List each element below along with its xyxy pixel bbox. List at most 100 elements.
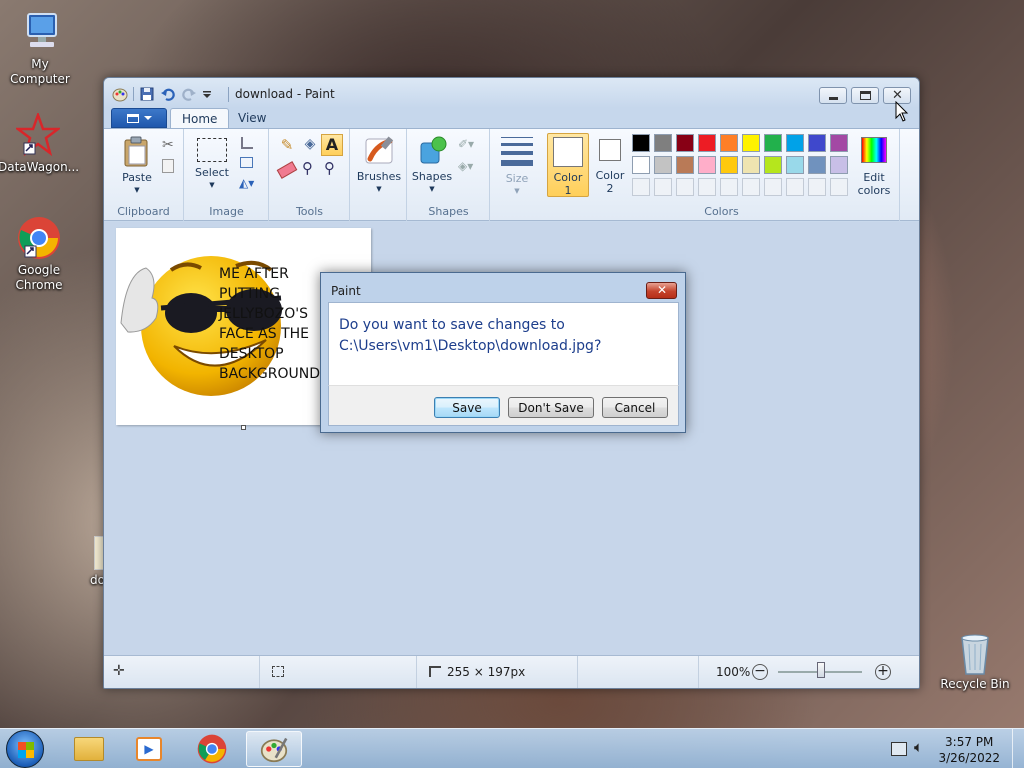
text-icon[interactable]: A bbox=[321, 134, 343, 156]
custom-color-slot[interactable] bbox=[632, 178, 650, 196]
desktop-icon-google-chrome[interactable]: Google Chrome bbox=[0, 216, 79, 293]
file-menu-button[interactable] bbox=[111, 108, 167, 128]
save-icon[interactable] bbox=[139, 86, 155, 102]
color-swatch[interactable] bbox=[632, 134, 650, 152]
taskbar-paint[interactable] bbox=[246, 731, 302, 767]
fill-shape-icon[interactable]: ◈▾ bbox=[458, 159, 473, 173]
color-picker-icon[interactable]: ⚲ bbox=[302, 159, 313, 177]
custom-color-slot[interactable] bbox=[830, 178, 848, 196]
size-button[interactable]: Size ▼ bbox=[497, 137, 537, 198]
color-swatch[interactable] bbox=[632, 156, 650, 174]
chevron-down-icon: ▼ bbox=[376, 185, 382, 193]
custom-color-slot[interactable] bbox=[742, 178, 760, 196]
taskbar-chrome[interactable] bbox=[184, 731, 240, 767]
canvas-resize-handle[interactable] bbox=[241, 425, 246, 430]
color-swatch[interactable] bbox=[698, 156, 716, 174]
undo-icon[interactable] bbox=[160, 86, 176, 102]
customize-toolbar-chevron-icon[interactable] bbox=[202, 86, 212, 102]
show-desktop-button[interactable] bbox=[1012, 729, 1024, 768]
color-swatch[interactable] bbox=[676, 156, 694, 174]
tab-home[interactable]: Home bbox=[170, 108, 230, 129]
desktop-icon-recycle-bin[interactable]: Recycle Bin bbox=[935, 630, 1015, 692]
quick-access-toolbar bbox=[112, 86, 212, 102]
brushes-group: Brushes ▼ bbox=[351, 129, 407, 221]
shapes-icon bbox=[420, 136, 447, 164]
edit-colors-button[interactable]: Edit colors bbox=[852, 137, 896, 197]
copy-icon[interactable] bbox=[162, 159, 174, 173]
system-clock[interactable]: 3:57 PM 3/26/2022 bbox=[938, 734, 1000, 766]
dialog-close-button[interactable]: ✕ bbox=[646, 282, 677, 299]
brushes-button[interactable]: Brushes ▼ bbox=[355, 135, 403, 196]
dont-save-button[interactable]: Don't Save bbox=[508, 397, 594, 418]
taskbar-media-player[interactable]: ▶ bbox=[122, 731, 178, 767]
color1-label-1: Color bbox=[553, 171, 583, 184]
title-bar[interactable]: download - Paint ✕ bbox=[104, 78, 919, 108]
color-swatch[interactable] bbox=[808, 134, 826, 152]
paste-button[interactable]: Paste ▼ bbox=[114, 136, 160, 197]
color2-button[interactable]: Color 2 bbox=[591, 139, 629, 195]
color-swatch[interactable] bbox=[764, 134, 782, 152]
taskbar-explorer[interactable] bbox=[60, 731, 116, 767]
maximize-button[interactable] bbox=[851, 87, 879, 104]
color-swatch[interactable] bbox=[764, 156, 782, 174]
minimize-button[interactable] bbox=[819, 87, 847, 104]
color-swatch[interactable] bbox=[830, 134, 848, 152]
color-swatch[interactable] bbox=[676, 134, 694, 152]
dialog-body: Do you want to save changes to C:\Users\… bbox=[328, 302, 679, 385]
color-swatch[interactable] bbox=[742, 134, 760, 152]
custom-color-slot[interactable] bbox=[786, 178, 804, 196]
shapes-label: Shapes bbox=[411, 170, 453, 183]
fill-icon[interactable]: ◈ bbox=[299, 136, 321, 158]
custom-color-slot[interactable] bbox=[654, 178, 672, 196]
color-swatch[interactable] bbox=[786, 156, 804, 174]
cancel-button[interactable]: Cancel bbox=[602, 397, 668, 418]
eraser-icon[interactable] bbox=[276, 161, 298, 179]
redo-icon[interactable] bbox=[181, 86, 197, 102]
color-swatch[interactable] bbox=[720, 134, 738, 152]
custom-color-slot[interactable] bbox=[808, 178, 826, 196]
zoom-in-button[interactable]: + bbox=[875, 664, 891, 680]
color-swatch[interactable] bbox=[786, 134, 804, 152]
custom-color-slot[interactable] bbox=[676, 178, 694, 196]
windows-logo-icon bbox=[18, 742, 34, 758]
color-swatch[interactable] bbox=[830, 156, 848, 174]
resize-icon[interactable] bbox=[240, 157, 253, 168]
desktop-icon-datawagon[interactable]: DataWagon... bbox=[0, 111, 79, 175]
pencil-icon[interactable]: ✎ bbox=[276, 136, 298, 158]
zoom-slider-thumb[interactable] bbox=[817, 662, 825, 678]
outline-icon[interactable]: ✐▾ bbox=[458, 137, 474, 151]
color-swatch[interactable] bbox=[654, 134, 672, 152]
custom-color-slot[interactable] bbox=[764, 178, 782, 196]
paint-app-icon bbox=[112, 86, 128, 102]
color-swatch[interactable] bbox=[742, 156, 760, 174]
cut-icon[interactable]: ✂ bbox=[162, 137, 174, 153]
save-button[interactable]: Save bbox=[434, 397, 500, 418]
selection-icon bbox=[272, 666, 284, 677]
ribbon: Paste ▼ ✂ Clipboard Select ▼ ◭▾ Image ✎ … bbox=[104, 128, 919, 221]
crop-icon[interactable] bbox=[241, 137, 253, 149]
desktop-icon-my-computer[interactable]: My Computer bbox=[0, 10, 80, 87]
start-button[interactable] bbox=[6, 730, 44, 768]
color1-button[interactable]: Color 1 bbox=[547, 133, 589, 197]
custom-color-slot[interactable] bbox=[720, 178, 738, 196]
save-changes-dialog: Paint ✕ Do you want to save changes to C… bbox=[320, 272, 686, 433]
color-swatch[interactable] bbox=[808, 156, 826, 174]
shapes-button[interactable]: Shapes ▼ bbox=[410, 135, 454, 196]
custom-color-slot[interactable] bbox=[698, 178, 716, 196]
network-icon[interactable] bbox=[891, 742, 907, 756]
chrome-icon bbox=[197, 734, 227, 764]
dialog-message-line1: Do you want to save changes to bbox=[339, 317, 565, 333]
color-swatch[interactable] bbox=[654, 156, 672, 174]
rotate-icon[interactable]: ◭▾ bbox=[239, 176, 254, 190]
volume-icon[interactable]: 🔈︎ bbox=[914, 738, 923, 756]
image-group-label: Image bbox=[209, 205, 244, 218]
colors-group-label: Colors bbox=[704, 205, 739, 218]
color-swatch[interactable] bbox=[720, 156, 738, 174]
zoom-out-button[interactable]: − bbox=[752, 664, 768, 680]
color-swatch[interactable] bbox=[698, 134, 716, 152]
magnifier-icon[interactable]: ⚲ bbox=[324, 159, 335, 177]
color1-swatch bbox=[553, 137, 583, 167]
select-button[interactable]: Select ▼ bbox=[195, 136, 229, 192]
status-bar: ✛ 255 × 197px 100% − + bbox=[104, 655, 919, 688]
tab-view[interactable]: View bbox=[227, 108, 277, 129]
